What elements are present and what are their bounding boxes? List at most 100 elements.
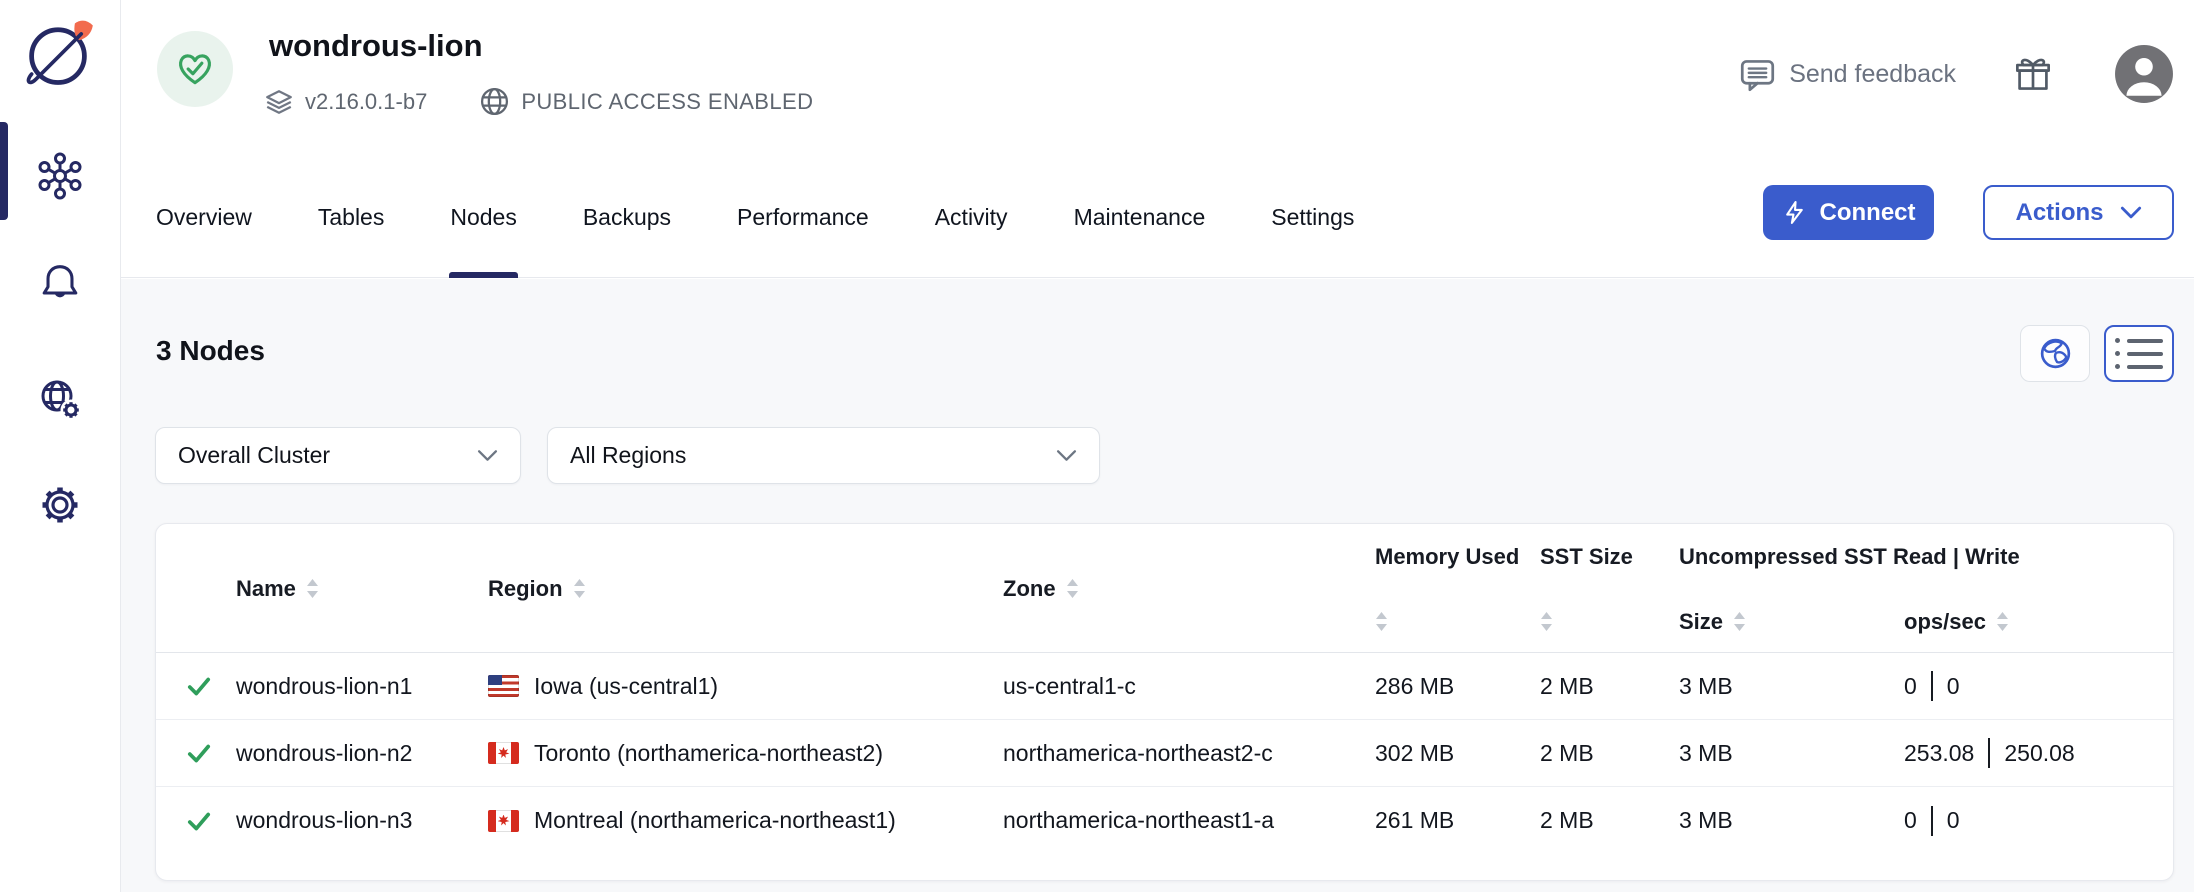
sidebar-item-clusters[interactable]: [36, 152, 84, 200]
table-row[interactable]: wondrous-lion-n1 Iowa (us-central1) us-c…: [156, 653, 2173, 720]
version-badge: v2.16.0.1-b7: [264, 87, 427, 117]
tab-performance[interactable]: Performance: [736, 190, 870, 278]
cluster-icon: [36, 152, 84, 200]
table-header: Name Region Zone Memory Used SST Size: [156, 524, 2173, 653]
read-write-divider: [1931, 806, 1933, 836]
node-zone-cell: us-central1-c: [1003, 673, 1375, 700]
tab-tables[interactable]: Tables: [317, 190, 385, 278]
column-header-uncompressed-group: Uncompressed SST Read | Write: [1679, 544, 2173, 570]
read-ops-value: 0: [1904, 807, 1917, 834]
write-ops-value: 250.08: [2004, 740, 2074, 767]
layers-icon: [264, 87, 294, 117]
table-row[interactable]: wondrous-lion-n3 Montreal (northamerica-…: [156, 787, 2173, 854]
column-header-memory-used: Memory Used: [1375, 544, 1540, 570]
sst-size-cell: 2 MB: [1540, 740, 1679, 767]
column-header-sst-size: SST Size: [1540, 544, 1679, 570]
map-view-button[interactable]: [2020, 325, 2090, 382]
tab-nodes[interactable]: Nodes: [449, 190, 517, 278]
node-zone-cell: northamerica-northeast2-c: [1003, 740, 1375, 767]
speech-bubble-icon: [1739, 56, 1776, 93]
write-ops-value: 0: [1947, 807, 1960, 834]
read-write-divider: [1988, 738, 1990, 768]
cluster-meta: v2.16.0.1-b7 PUBLIC ACCESS ENABLED: [264, 86, 813, 117]
read-write-ops-cell: 0 0: [1904, 671, 2173, 701]
send-feedback-button[interactable]: Send feedback: [1739, 56, 1956, 93]
column-header-uncompressed-size[interactable]: Size: [1679, 609, 1904, 635]
list-view-button[interactable]: [2104, 325, 2174, 382]
lightning-icon: [1782, 200, 1807, 225]
uncompressed-size-cell: 3 MB: [1679, 673, 1904, 700]
region-flag-icon: [488, 810, 519, 832]
scope-filter-value: Overall Cluster: [178, 442, 330, 469]
list-icon: [2115, 338, 2163, 369]
sidebar-item-network[interactable]: [36, 375, 84, 423]
node-zone-cell: northamerica-northeast1-a: [1003, 807, 1375, 834]
sort-sst-size[interactable]: [1540, 611, 1679, 632]
sort-arrows-icon: [306, 578, 319, 599]
table-row[interactable]: wondrous-lion-n2 Toronto (northamerica-n…: [156, 720, 2173, 787]
uncompressed-size-cell: 3 MB: [1679, 740, 1904, 767]
globe-gear-icon: [36, 375, 84, 423]
tab-maintenance[interactable]: Maintenance: [1073, 190, 1207, 278]
cluster-tabs: Overview Tables Nodes Backups Performanc…: [155, 190, 1355, 278]
cluster-health-badge: [157, 31, 233, 107]
heart-check-icon: [174, 48, 216, 90]
chevron-down-icon: [1056, 449, 1077, 462]
chevron-down-icon: [477, 449, 498, 462]
region-flag-icon: [488, 675, 519, 697]
actions-label: Actions: [2015, 199, 2103, 227]
actions-button[interactable]: Actions: [1983, 185, 2174, 240]
cluster-header: wondrous-lion v2.16.0.1-b7 PUBLIC ACCESS…: [121, 0, 2194, 278]
nodes-content: 3 Nodes Overall Cluster: [121, 279, 2194, 892]
access-label: PUBLIC ACCESS ENABLED: [521, 89, 813, 115]
column-header-region[interactable]: Region: [488, 524, 1003, 653]
node-status-cell: [156, 808, 236, 834]
user-avatar-icon[interactable]: [2114, 44, 2174, 104]
tab-activity[interactable]: Activity: [934, 190, 1009, 278]
scope-filter-dropdown[interactable]: Overall Cluster: [155, 427, 521, 484]
region-filter-value: All Regions: [570, 442, 686, 469]
node-status-cell: [156, 673, 236, 699]
active-nav-indicator: [0, 122, 8, 220]
column-header-ops-per-sec[interactable]: ops/sec: [1904, 609, 2173, 635]
sort-arrows-icon: [1540, 611, 1553, 632]
memory-used-cell: 261 MB: [1375, 807, 1540, 834]
sst-size-cell: 2 MB: [1540, 807, 1679, 834]
sort-arrows-icon: [1066, 578, 1079, 599]
column-header-name[interactable]: Name: [236, 524, 488, 653]
read-write-divider: [1931, 671, 1933, 701]
tab-overview[interactable]: Overview: [155, 190, 253, 278]
node-region-cell: Iowa (us-central1): [488, 673, 1003, 700]
globe-map-icon: [2037, 335, 2074, 372]
node-name-cell: wondrous-lion-n1: [236, 673, 488, 700]
column-header-zone[interactable]: Zone: [1003, 524, 1375, 653]
node-region-cell: Toronto (northamerica-northeast2): [488, 740, 1003, 767]
node-status-cell: [156, 740, 236, 766]
connect-button[interactable]: Connect: [1763, 185, 1934, 240]
gift-button[interactable]: [2014, 55, 2052, 93]
read-ops-value: 0: [1904, 673, 1917, 700]
check-icon: [186, 808, 212, 834]
check-icon: [186, 740, 212, 766]
sidebar-item-settings[interactable]: [36, 481, 84, 529]
chevron-down-icon: [2120, 206, 2142, 219]
nodes-table: Name Region Zone Memory Used SST Size: [155, 523, 2174, 881]
view-toggle-group: [2020, 325, 2174, 382]
sort-memory-used[interactable]: [1375, 611, 1540, 632]
connect-label: Connect: [1820, 199, 1916, 227]
read-ops-value: 253.08: [1904, 740, 1974, 767]
page-title: wondrous-lion: [269, 28, 483, 64]
region-flag-icon: [488, 742, 519, 764]
app-logo-icon[interactable]: [20, 16, 96, 92]
sort-arrows-icon: [1733, 611, 1746, 632]
sidebar: [0, 0, 121, 892]
version-label: v2.16.0.1-b7: [305, 89, 427, 115]
sidebar-item-alerts[interactable]: [36, 258, 84, 306]
write-ops-value: 0: [1947, 673, 1960, 700]
sort-arrows-icon: [1375, 611, 1388, 632]
tab-backups[interactable]: Backups: [582, 190, 672, 278]
check-icon: [186, 673, 212, 699]
tab-settings[interactable]: Settings: [1270, 190, 1355, 278]
region-filter-dropdown[interactable]: All Regions: [547, 427, 1100, 484]
send-feedback-label: Send feedback: [1789, 60, 1956, 89]
